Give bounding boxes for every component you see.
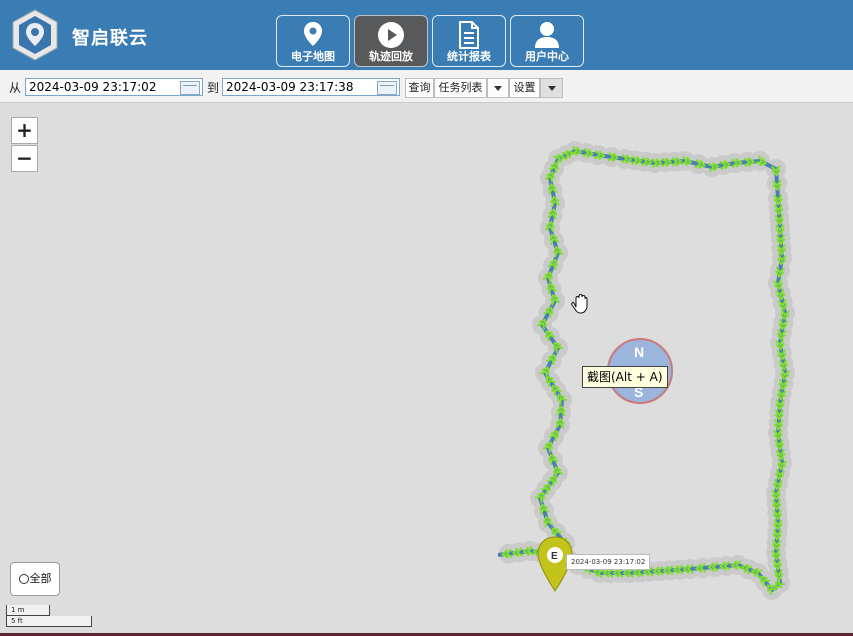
nav-electronic-map-button[interactable]: 电子地图 — [276, 15, 350, 67]
nav-label: 统计报表 — [447, 50, 491, 63]
start-time-value: 2024-03-09 23:17:02 — [29, 80, 157, 94]
nav-label: 用户中心 — [525, 50, 569, 63]
screenshot-tooltip: 截图(Alt + A) — [582, 366, 668, 388]
map-pin-icon — [304, 22, 322, 46]
from-label: 从 — [9, 81, 22, 95]
scale-bar: 1 m 5 ft — [6, 605, 92, 627]
app-title: 智启联云 — [72, 28, 148, 49]
compass-north-label: N — [634, 344, 644, 360]
scale-imperial: 5 ft — [6, 616, 92, 627]
chevron-down-icon — [494, 85, 502, 91]
scale-metric: 1 m — [6, 605, 50, 616]
query-toolbar: 从 2024-03-09 23:17:02 到 2024-03-09 23:17… — [0, 70, 853, 103]
document-icon — [459, 21, 479, 49]
settings-button[interactable]: 设置 — [509, 78, 540, 98]
app-logo — [10, 8, 60, 62]
task-list-dropdown-button[interactable] — [487, 78, 509, 98]
calendar-icon[interactable] — [377, 81, 397, 95]
chevron-down-icon — [547, 85, 556, 91]
nav-user-center-button[interactable]: 用户中心 — [510, 15, 584, 67]
end-time-value: 2024-03-09 23:17:38 — [226, 80, 354, 94]
calendar-icon[interactable] — [180, 81, 200, 95]
nav-label: 轨迹回放 — [369, 50, 413, 63]
show-all-label: 全部 — [29, 572, 52, 585]
zoom-out-button[interactable]: − — [11, 145, 38, 172]
nav-label: 电子地图 — [291, 50, 335, 63]
top-header: 智启联云 电子地图 轨迹回放 统计报表 用户中心 — [0, 0, 853, 70]
nav-track-playback-button[interactable]: 轨迹回放 — [354, 15, 428, 67]
map-canvas[interactable]: N S E E + − 全部 1 m 5 ft 2024-03-09 23:17… — [0, 103, 853, 633]
query-button[interactable]: 查询 — [405, 78, 434, 98]
zoom-in-button[interactable]: + — [11, 117, 38, 144]
task-list-button[interactable]: 任务列表 — [434, 78, 487, 98]
user-icon — [535, 22, 559, 48]
play-icon — [378, 22, 404, 48]
radio-icon[interactable] — [18, 574, 29, 584]
marker-time-label: 2024-03-09 23:17:02 — [566, 554, 651, 570]
nav-statistics-report-button[interactable]: 统计报表 — [432, 15, 506, 67]
to-label: 到 — [207, 81, 220, 95]
start-time-input[interactable]: 2024-03-09 23:17:02 — [25, 78, 203, 96]
marker-label: E — [551, 551, 558, 562]
end-time-input[interactable]: 2024-03-09 23:17:38 — [222, 78, 400, 96]
settings-dropdown-button[interactable] — [540, 78, 563, 98]
show-all-toggle[interactable]: 全部 — [10, 562, 60, 596]
hand-cursor-icon — [571, 294, 588, 314]
